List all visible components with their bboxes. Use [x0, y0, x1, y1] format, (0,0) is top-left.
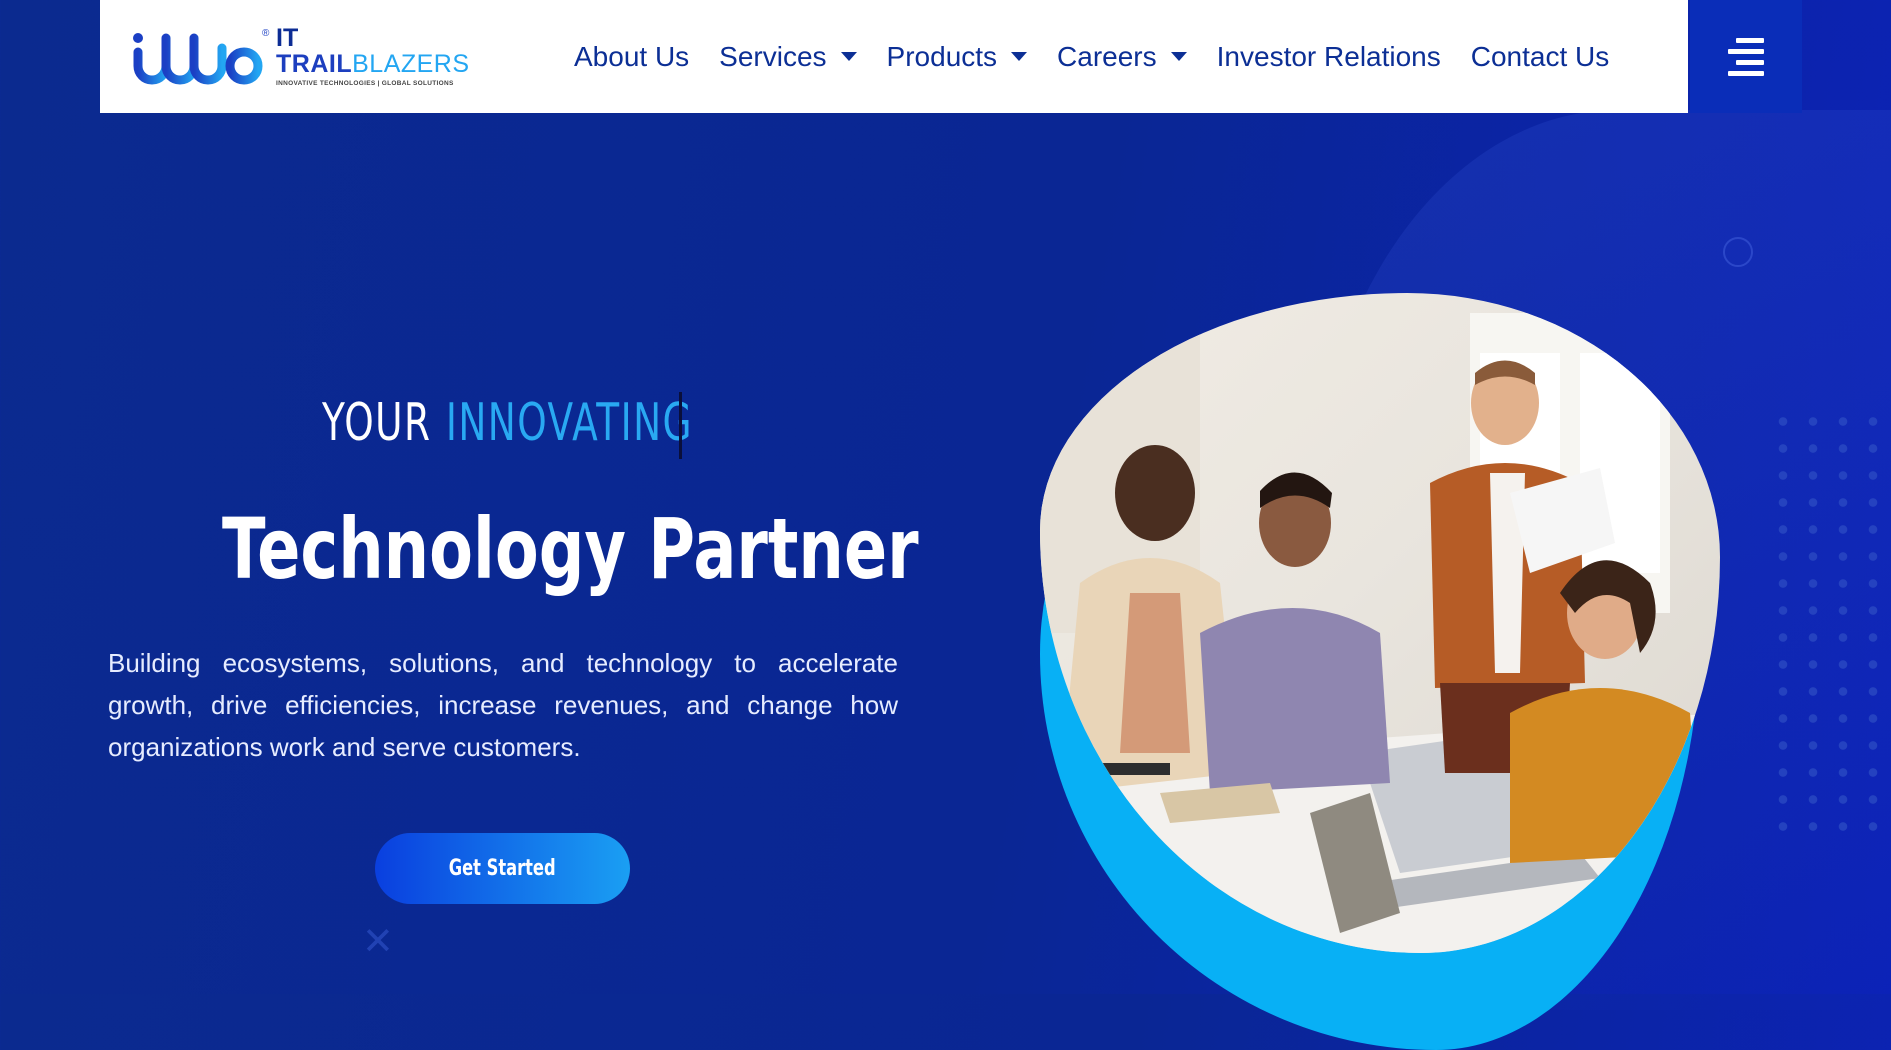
nav-item-about-us[interactable]: About Us [574, 41, 689, 73]
hero-eyebrow: YOUR INNOVATING [322, 388, 693, 458]
cross-decoration-icon: ✕ [362, 919, 394, 963]
hero-eyebrow-word2: INNOVATING [445, 393, 694, 453]
get-started-button[interactable]: Get Started [375, 833, 630, 904]
hero-description: Building ecosystems, solutions, and tech… [108, 648, 898, 762]
typing-cursor [679, 392, 682, 459]
logo-tagline: INNOVATIVE TECHNOLOGIES | GLOBAL SOLUTIO… [276, 80, 454, 88]
nav-item-services[interactable]: Services [719, 41, 857, 73]
chevron-down-icon [1170, 52, 1187, 61]
svg-text:®: ® [262, 28, 270, 39]
logo-text-it: IT [276, 24, 299, 53]
nav-item-contact-us[interactable]: Contact Us [1471, 41, 1610, 73]
main-navigation: About Us Services Products Careers Inves… [574, 0, 1609, 113]
hamburger-menu-button[interactable] [1690, 0, 1802, 113]
site-header: ® IT TRAILBLAZERS INNOVATIVE TECHNOLOGIE… [100, 0, 1802, 113]
hero-eyebrow-word1: YOUR [322, 393, 432, 453]
chevron-down-icon [840, 52, 857, 61]
dot-grid-decoration [1768, 408, 1888, 848]
nav-item-investor-relations[interactable]: Investor Relations [1217, 41, 1441, 73]
logo-text-trailblazers: TRAILBLAZERS [276, 50, 470, 79]
nav-item-careers[interactable]: Careers [1057, 41, 1187, 73]
hero-title: Technology Partner [222, 500, 919, 598]
ring-decoration-icon [1723, 237, 1753, 267]
hamburger-menu-icon [1736, 37, 1764, 43]
chevron-down-icon [1011, 52, 1028, 61]
brand-logo[interactable]: ® IT TRAILBLAZERS INNOVATIVE TECHNOLOGIE… [128, 24, 470, 90]
nav-item-products[interactable]: Products [887, 41, 1028, 73]
ittb-logo-icon: ® [133, 28, 270, 85]
